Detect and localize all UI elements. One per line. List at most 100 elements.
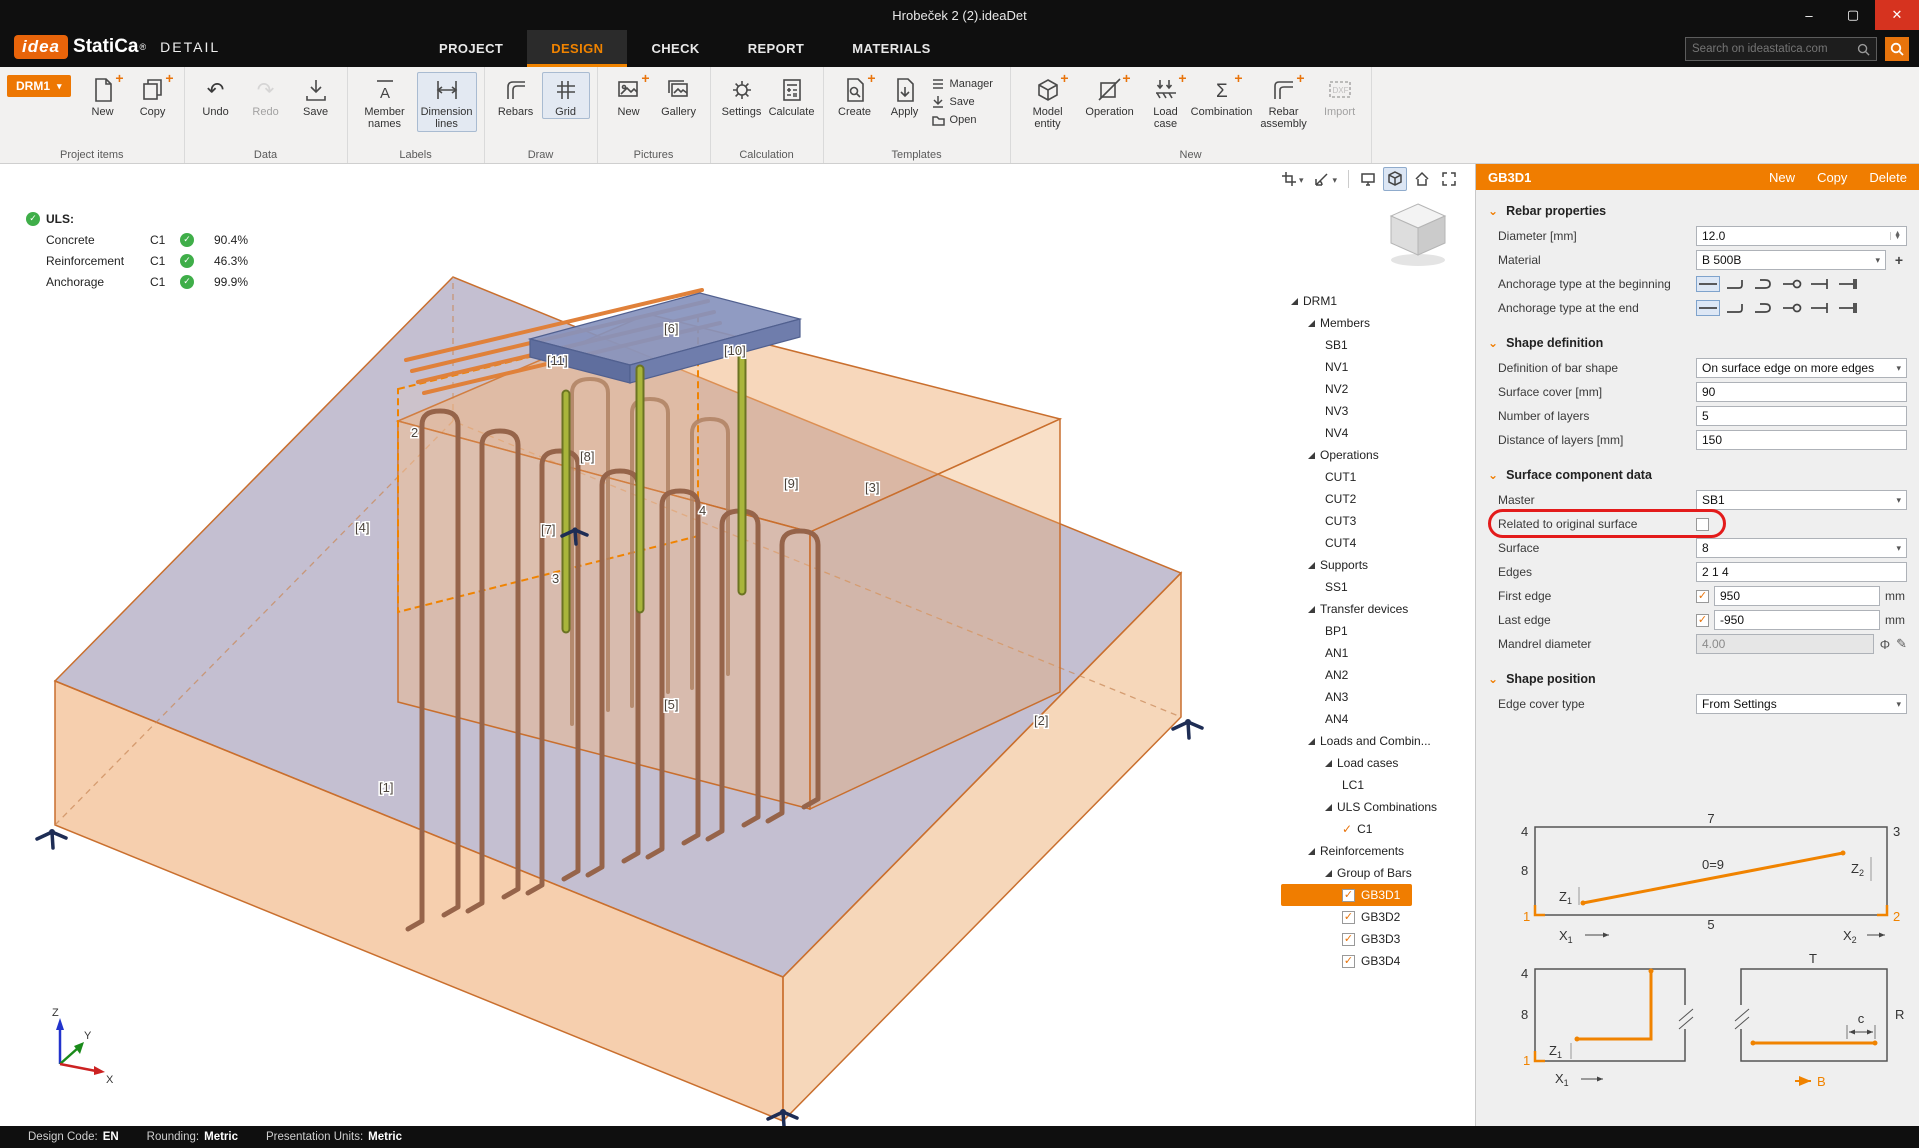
tree-item-loadcases[interactable]: Load cases [1281, 752, 1473, 774]
anchorage-hook90-icon[interactable] [1724, 300, 1748, 316]
edge-cover-type-select[interactable]: From Settings [1696, 694, 1907, 714]
tree-item-gb3d3[interactable]: GB3D3 [1281, 928, 1473, 950]
tree-item-nv1[interactable]: NV1 [1281, 356, 1473, 378]
new-model-entity-button[interactable]: Model entity [1018, 72, 1078, 132]
tree-item-transferdevices[interactable]: Transfer devices [1281, 598, 1473, 620]
tree-expander-icon[interactable] [1325, 870, 1332, 877]
section-surface-component-data[interactable]: Surface component data [1476, 462, 1919, 488]
first-edge-input[interactable]: 950 [1714, 586, 1880, 606]
minimize-button[interactable]: – [1787, 0, 1831, 30]
section-shape-position[interactable]: Shape position [1476, 666, 1919, 692]
edit-pencil-icon[interactable] [1896, 636, 1907, 652]
master-select[interactable]: SB1 [1696, 490, 1907, 510]
tree-item-cut1[interactable]: CUT1 [1281, 466, 1473, 488]
navigation-cube[interactable] [1381, 196, 1455, 270]
tree-item-nv4[interactable]: NV4 [1281, 422, 1473, 444]
anchorage-straight-icon[interactable] [1696, 300, 1720, 316]
bar-shape-definition-select[interactable]: On surface edge on more edges [1696, 358, 1907, 378]
tree-item-groupofbars[interactable]: Group of Bars [1281, 862, 1473, 884]
3d-scene[interactable]: [1] [2] [3] [4] [5] [6] [7] [8] [9] [10]… [0, 164, 1475, 1126]
drm1-dropdown-button[interactable]: DRM1 [7, 75, 71, 97]
maximize-button[interactable]: ▢ [1831, 0, 1875, 30]
tree-item-checkbox[interactable] [1342, 911, 1355, 924]
tree-item-an1[interactable]: AN1 [1281, 642, 1473, 664]
home-view-button[interactable] [1410, 167, 1434, 191]
tree-item-an4[interactable]: AN4 [1281, 708, 1473, 730]
new-picture-button[interactable]: New [605, 72, 653, 119]
tab-materials[interactable]: MATERIALS [828, 30, 954, 67]
member-names-button[interactable]: A Member names [355, 72, 415, 132]
anchorage-loop-icon[interactable] [1780, 300, 1804, 316]
tree-item-checkbox[interactable] [1342, 955, 1355, 968]
anchorage-perpendicular-bar-icon[interactable] [1808, 300, 1832, 316]
tree-item-drm1[interactable]: DRM1 [1281, 290, 1473, 312]
tree-item-operations[interactable]: Operations [1281, 444, 1473, 466]
tab-design[interactable]: DESIGN [527, 30, 627, 67]
surface-select[interactable]: 8 [1696, 538, 1907, 558]
tree-item-cut2[interactable]: CUT2 [1281, 488, 1473, 510]
calculate-button[interactable]: Calculate [768, 72, 816, 119]
tree-item-gb3d4[interactable]: GB3D4 [1281, 950, 1473, 972]
tree-expander-icon[interactable] [1308, 452, 1315, 459]
template-manager-button[interactable]: Manager [931, 77, 1003, 91]
tree-item-cut3[interactable]: CUT3 [1281, 510, 1473, 532]
tree-item-supports[interactable]: Supports [1281, 554, 1473, 576]
copy-project-item-button[interactable]: Copy [129, 72, 177, 119]
template-save-button[interactable]: Save [931, 95, 1003, 109]
tree-item-checkbox[interactable] [1342, 889, 1355, 902]
dxf-import-button[interactable]: DXF Import [1316, 72, 1364, 119]
section-shape-definition[interactable]: Shape definition [1476, 330, 1919, 356]
3d-viewport[interactable]: [1] [2] [3] [4] [5] [6] [7] [8] [9] [10]… [0, 164, 1475, 1126]
anchorage-plate-icon[interactable] [1836, 276, 1860, 292]
tree-expander-icon[interactable] [1291, 298, 1298, 305]
tree-expander-icon[interactable] [1308, 848, 1315, 855]
tree-item-ss1[interactable]: SS1 [1281, 576, 1473, 598]
new-project-item-button[interactable]: New [79, 72, 127, 119]
tree-expander-icon[interactable] [1308, 320, 1315, 327]
new-rebar-assembly-button[interactable]: Rebar assembly [1254, 72, 1314, 132]
last-edge-input[interactable]: -950 [1714, 610, 1880, 630]
tree-item-c1[interactable]: C1 [1281, 818, 1473, 840]
tree-item-sb1[interactable]: SB1 [1281, 334, 1473, 356]
tree-item-reinforcements[interactable]: Reinforcements [1281, 840, 1473, 862]
last-edge-checkbox[interactable] [1696, 614, 1709, 627]
chevron-down-icon[interactable] [1299, 170, 1304, 188]
tree-item-checkbox[interactable] [1342, 933, 1355, 946]
anchorage-hook180-icon[interactable] [1752, 276, 1776, 292]
fullscreen-button[interactable] [1437, 167, 1461, 191]
template-open-button[interactable]: Open [931, 113, 1003, 127]
search-input[interactable] [1692, 43, 1852, 55]
anchorage-loop-icon[interactable] [1780, 276, 1804, 292]
new-rebar-group-button[interactable]: New [1769, 170, 1795, 185]
tree-item-an2[interactable]: AN2 [1281, 664, 1473, 686]
tree-item-gb3d1[interactable]: GB3D1 [1281, 884, 1412, 906]
search-box[interactable] [1685, 37, 1877, 61]
surface-cover-input[interactable]: 90 [1696, 382, 1907, 402]
tab-report[interactable]: REPORT [724, 30, 829, 67]
delete-rebar-group-button[interactable]: Delete [1869, 170, 1907, 185]
tree-expander-icon[interactable] [1308, 738, 1315, 745]
tree-item-cut4[interactable]: CUT4 [1281, 532, 1473, 554]
tree-item-loadsandcombin[interactable]: Loads and Combin... [1281, 730, 1473, 752]
undo-button[interactable]: ↶ Undo [192, 72, 240, 119]
measure-button[interactable] [1310, 167, 1341, 191]
material-select[interactable]: B 500B [1696, 250, 1886, 270]
edges-input[interactable]: 2 1 4 [1696, 562, 1907, 582]
tree-item-members[interactable]: Members [1281, 312, 1473, 334]
tree-expander-icon[interactable] [1325, 804, 1332, 811]
redo-button[interactable]: ↷ Redo [242, 72, 290, 119]
tree-item-nv3[interactable]: NV3 [1281, 400, 1473, 422]
first-edge-checkbox[interactable] [1696, 590, 1709, 603]
save-button[interactable]: Save [292, 72, 340, 119]
tab-project[interactable]: PROJECT [415, 30, 527, 67]
tree-item-nv2[interactable]: NV2 [1281, 378, 1473, 400]
number-of-layers-input[interactable]: 5 [1696, 406, 1907, 426]
settings-button[interactable]: Settings [718, 72, 766, 119]
close-button[interactable]: ✕ [1875, 0, 1919, 30]
tree-item-an3[interactable]: AN3 [1281, 686, 1473, 708]
tree-expander-icon[interactable] [1325, 760, 1332, 767]
copy-rebar-group-button[interactable]: Copy [1817, 170, 1847, 185]
tree-item-bp1[interactable]: BP1 [1281, 620, 1473, 642]
anchorage-hook90-icon[interactable] [1724, 276, 1748, 292]
tree-expander-icon[interactable] [1308, 606, 1315, 613]
